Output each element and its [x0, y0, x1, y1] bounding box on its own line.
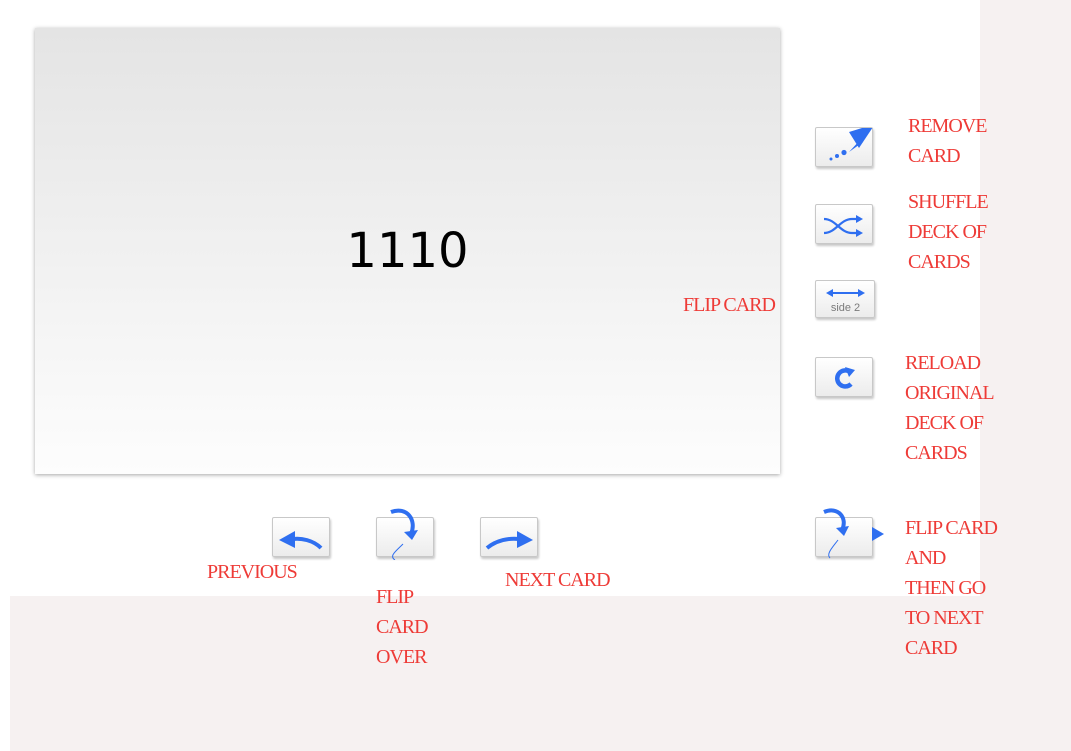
- arrow-right-icon: [485, 531, 533, 550]
- remove-card-button[interactable]: [815, 127, 873, 167]
- shuffle-icon: [823, 215, 863, 237]
- previous-label: PREVIOUS: [207, 561, 298, 583]
- next-card-label: NEXT CARD: [505, 569, 611, 591]
- flip-card-sub-label: side 2: [831, 302, 860, 314]
- reload-icon: [835, 367, 855, 389]
- remove-card-icon: [829, 128, 873, 161]
- flip-card-label: FLIP CARD: [683, 294, 776, 316]
- reload-label: RELOAD ORIGINAL DECK OF CARDS: [905, 352, 995, 464]
- flip-side-icon: side 2: [826, 289, 865, 314]
- flip-over-button[interactable]: [376, 508, 434, 560]
- flip-next-icon: [823, 508, 884, 559]
- flip-then-next-button[interactable]: [815, 508, 884, 559]
- flip-card-button[interactable]: side 2: [815, 280, 875, 318]
- flip-over-icon: [390, 508, 418, 560]
- flashcard[interactable]: 1110: [35, 28, 780, 474]
- remove-card-label: REMOVE CARD: [908, 115, 987, 167]
- previous-button[interactable]: [272, 517, 330, 557]
- next-card-button[interactable]: [480, 517, 538, 557]
- arrow-left-icon: [279, 531, 323, 550]
- flip-over-label: FLIP CARD OVER: [376, 586, 429, 668]
- shuffle-label: SHUFFLE DECK OF CARDS: [908, 191, 989, 273]
- shuffle-button[interactable]: [815, 204, 873, 244]
- card-content: 1110: [346, 223, 469, 279]
- reload-deck-button[interactable]: [815, 357, 873, 397]
- flip-then-next-label: FLIP CARD AND THEN GO TO NEXT CARD: [905, 517, 998, 659]
